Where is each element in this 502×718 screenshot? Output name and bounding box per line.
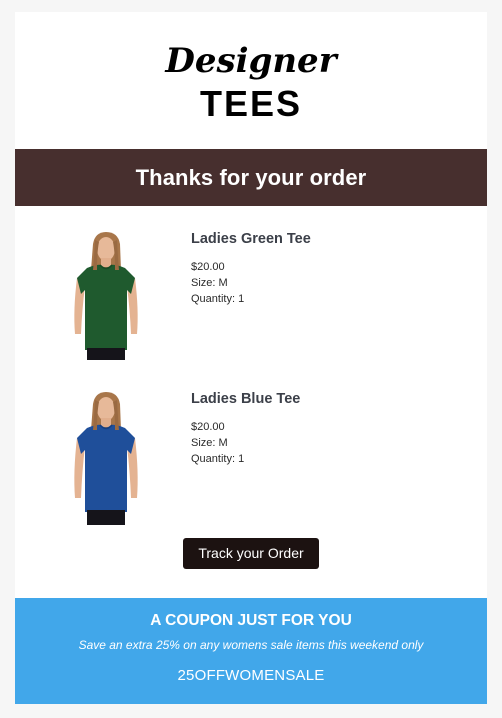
green-tee-shirt [77,264,135,350]
coupon-title: A COUPON JUST FOR YOU [150,612,352,629]
thanks-banner: Thanks for your order [15,149,487,206]
coupon-code[interactable]: 25OFFWOMENSALE [15,667,487,685]
brand-logo: Designer TEES [15,12,487,149]
order-confirmation-email: Designer TEES Thanks for your order Ladi… [15,12,487,704]
track-order-wrapper: Track your Order [15,538,487,569]
brand-block-word: TEES [200,83,302,124]
coupon-subtitle: Save an extra 25% on any womens sale ite… [78,638,424,652]
product-image[interactable] [63,230,149,370]
item-name: Ladies Blue Tee [191,391,301,407]
blue-tee-shirt [77,424,135,512]
item-quantity: Quantity: 1 [191,453,245,465]
order-item: Ladies Blue Tee $20.00 Size: M Quantity:… [15,390,487,530]
track-order-button[interactable]: Track your Order [183,538,319,569]
item-details: Ladies Green Tee $20.00 Size: M Quantity… [191,230,471,307]
product-image[interactable] [63,390,149,530]
item-details: Ladies Blue Tee $20.00 Size: M Quantity:… [191,390,471,467]
item-size: Size: M [191,437,228,449]
coupon-section: A COUPON JUST FOR YOU Save an extra 25% … [15,598,487,704]
item-price: $20.00 [191,261,225,273]
order-item: Ladies Green Tee $20.00 Size: M Quantity… [15,230,487,370]
item-size: Size: M [191,277,228,289]
brand-script-word: Designer [164,41,338,81]
item-price: $20.00 [191,421,225,433]
item-name: Ladies Green Tee [191,231,311,247]
banner-title: Thanks for your order [135,164,367,190]
item-quantity: Quantity: 1 [191,293,245,305]
